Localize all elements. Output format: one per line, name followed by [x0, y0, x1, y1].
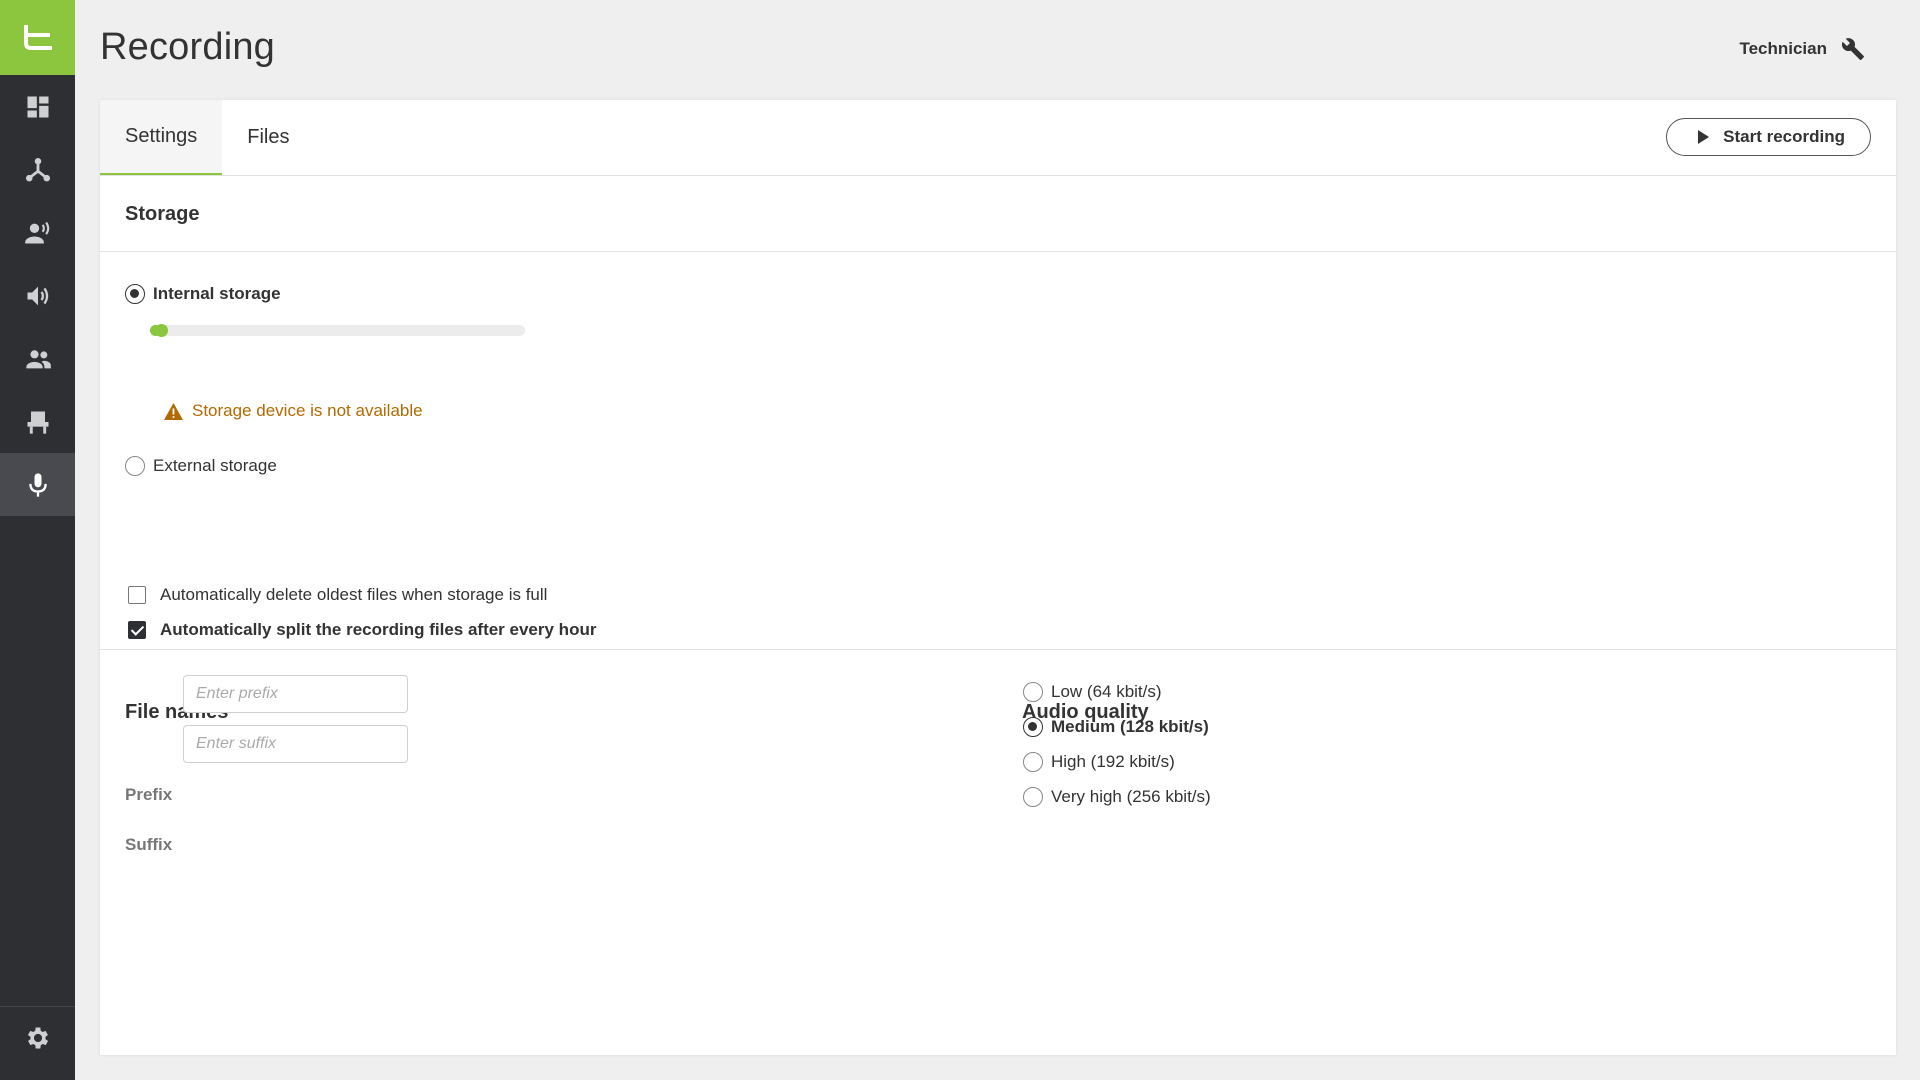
sidebar-item-settings[interactable]: [0, 1006, 75, 1069]
sidebar-item-users[interactable]: [0, 327, 75, 390]
audio-quality-radio-medium[interactable]: [1023, 717, 1043, 737]
audio-quality-label: Low (64 kbit/s): [1051, 682, 1162, 701]
audio-quality-radio-low[interactable]: [1023, 682, 1043, 702]
storage-warning: Storage device is not available: [163, 401, 423, 421]
tabs-divider: [100, 175, 1896, 176]
logo[interactable]: [0, 0, 75, 75]
seat-icon: [27, 411, 48, 434]
users-icon: [25, 349, 51, 368]
audio-quality-label: Medium (128 kbit/s): [1051, 717, 1209, 736]
prefix-label: Prefix: [125, 785, 173, 804]
internal-storage-label: Internal storage: [153, 284, 281, 303]
suffix-input[interactable]: [183, 725, 408, 763]
suffix-label: Suffix: [125, 835, 173, 854]
internal-storage-radio[interactable]: Internal storage: [125, 284, 281, 304]
auto-split-option[interactable]: Automatically split the recording files …: [128, 620, 596, 640]
teufel-logo-icon: [23, 24, 52, 50]
external-storage-radio-button[interactable]: [125, 456, 145, 476]
sidebar-item-speakers[interactable]: [0, 264, 75, 327]
sidebar-item-seats[interactable]: [0, 390, 75, 453]
audio-quality-option[interactable]: Very high (256 kbit/s): [1023, 787, 1211, 807]
sidebar-item-announcer[interactable]: [0, 201, 75, 264]
page-title: Recording: [100, 26, 276, 68]
warning-icon: [164, 402, 183, 420]
main-card: Settings Files Start recording Storage I…: [100, 100, 1896, 1055]
auto-split-checkbox[interactable]: [128, 621, 146, 639]
auto-delete-label: Automatically delete oldest files when s…: [160, 585, 548, 604]
sidebar-item-dashboard[interactable]: [0, 75, 75, 138]
announcer-icon: [24, 221, 49, 243]
wrench-icon: [1841, 38, 1864, 60]
external-storage-label: External storage: [153, 456, 277, 475]
network-icon: [25, 157, 50, 181]
audio-quality-option[interactable]: Low (64 kbit/s): [1023, 682, 1162, 702]
audio-quality-label: Very high (256 kbit/s): [1051, 787, 1211, 806]
sidebar-item-recording[interactable]: [0, 453, 75, 516]
storage-usage-indicator: [155, 324, 169, 337]
tab-settings[interactable]: Settings: [100, 100, 223, 175]
auto-split-label: Automatically split the recording files …: [160, 620, 597, 639]
storage-warning-text: Storage device is not available: [192, 401, 423, 420]
start-recording-button[interactable]: Start recording: [1666, 118, 1871, 156]
auto-delete-checkbox[interactable]: [128, 586, 146, 604]
user-menu[interactable]: Technician: [1739, 37, 1865, 61]
start-recording-label: Start recording: [1723, 127, 1845, 146]
file-names-divider: [100, 649, 1896, 650]
sidebar: [0, 0, 75, 1080]
microphone-icon: [28, 472, 47, 497]
storage-heading: Storage: [125, 203, 200, 225]
storage-usage-bar: [150, 324, 525, 337]
prefix-input[interactable]: [183, 675, 408, 713]
dashboard-icon: [27, 96, 48, 117]
audio-quality-label: High (192 kbit/s): [1051, 752, 1175, 771]
speaker-icon: [27, 286, 48, 305]
gear-icon: [27, 1027, 48, 1049]
audio-quality-radio-very-high[interactable]: [1023, 787, 1043, 807]
play-icon: [1698, 130, 1710, 144]
tab-files[interactable]: Files: [222, 100, 314, 175]
external-storage-radio[interactable]: External storage: [125, 456, 277, 476]
audio-quality-option[interactable]: High (192 kbit/s): [1023, 752, 1175, 772]
storage-divider: [100, 251, 1896, 252]
user-role-label: Technician: [1739, 39, 1827, 58]
audio-quality-option[interactable]: Medium (128 kbit/s): [1023, 717, 1209, 737]
auto-delete-option[interactable]: Automatically delete oldest files when s…: [128, 585, 547, 605]
tab-bar: Settings Files: [100, 100, 315, 175]
sidebar-item-network[interactable]: [0, 138, 75, 201]
internal-storage-radio-button[interactable]: [125, 284, 145, 304]
audio-quality-radio-high[interactable]: [1023, 752, 1043, 772]
